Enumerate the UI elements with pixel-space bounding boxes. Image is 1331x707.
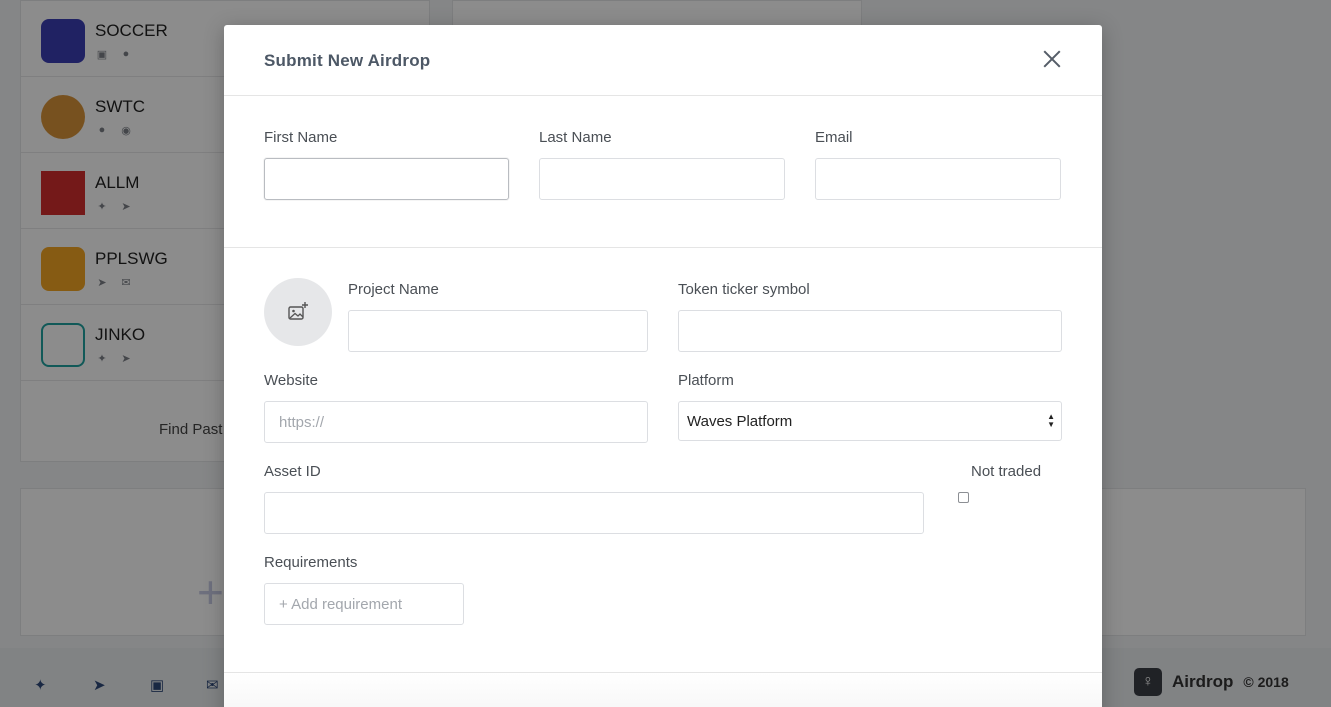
requirements-label: Requirements bbox=[264, 554, 358, 571]
platform-label: Platform bbox=[678, 372, 734, 389]
submit-airdrop-modal: Submit New Airdrop First Name Last Name … bbox=[224, 25, 1102, 707]
modal-footer bbox=[224, 673, 1102, 707]
project-logo-upload[interactable] bbox=[264, 278, 332, 346]
email-field[interactable] bbox=[815, 158, 1061, 200]
not-traded-label: Not traded bbox=[971, 463, 1042, 480]
project-name-field[interactable] bbox=[348, 310, 648, 352]
token-ticker-label: Token ticker symbol bbox=[678, 281, 810, 298]
asset-id-field[interactable] bbox=[264, 492, 924, 534]
email-label: Email bbox=[815, 129, 853, 146]
close-icon[interactable] bbox=[1040, 47, 1064, 71]
modal-header: Submit New Airdrop bbox=[224, 25, 1102, 96]
website-label: Website bbox=[264, 372, 318, 389]
first-name-field[interactable] bbox=[264, 158, 509, 200]
platform-selected-value: Waves Platform bbox=[687, 412, 793, 430]
last-name-field[interactable] bbox=[539, 158, 785, 200]
add-requirement-field[interactable] bbox=[264, 583, 464, 625]
image-add-icon bbox=[288, 302, 308, 320]
not-traded-checkbox[interactable] bbox=[958, 492, 969, 503]
last-name-label: Last Name bbox=[539, 129, 612, 146]
website-field[interactable] bbox=[264, 401, 648, 443]
first-name-label: First Name bbox=[264, 129, 338, 146]
modal-title: Submit New Airdrop bbox=[264, 51, 431, 70]
asset-id-label: Asset ID bbox=[264, 463, 321, 480]
token-ticker-field[interactable] bbox=[678, 310, 1062, 352]
select-arrows-icon: ▲ ▼ bbox=[1047, 412, 1055, 429]
project-name-label: Project Name bbox=[348, 281, 439, 298]
platform-select[interactable]: Waves Platform ▲ ▼ bbox=[678, 401, 1062, 441]
